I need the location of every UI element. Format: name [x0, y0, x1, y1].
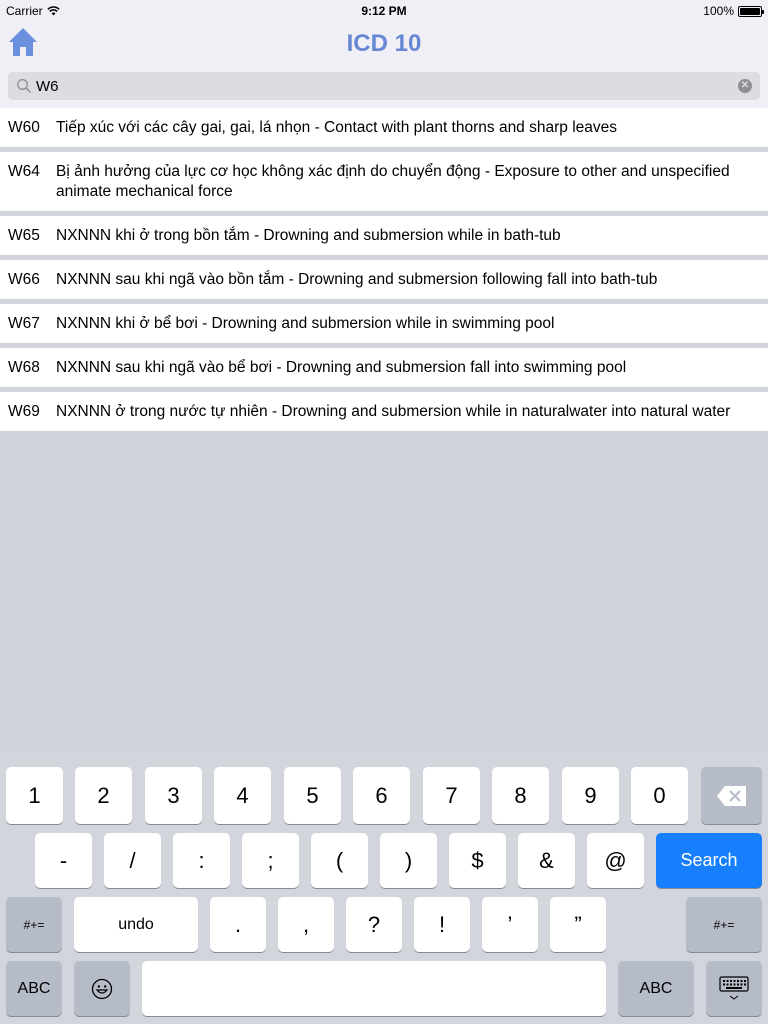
- key-2[interactable]: 2: [75, 767, 132, 824]
- item-code: W60: [8, 119, 40, 136]
- emoji-icon: [91, 978, 113, 999]
- key-close-paren[interactable]: ): [380, 833, 437, 888]
- list-item[interactable]: W60 Tiếp xúc với các cây gai, gai, lá nh…: [0, 108, 768, 152]
- list-item[interactable]: W67 NXNNN khi ở bể bơi - Drowning and su…: [0, 304, 768, 348]
- dismiss-keyboard-key[interactable]: [706, 961, 762, 1016]
- search-input[interactable]: [36, 72, 726, 100]
- symbols-key-left[interactable]: #+=: [6, 897, 62, 952]
- list-item[interactable]: W65 NXNNN khi ở trong bồn tắm - Drowning…: [0, 216, 768, 260]
- emoji-key[interactable]: [74, 961, 130, 1016]
- undo-key[interactable]: undo: [74, 897, 198, 952]
- key-7[interactable]: 7: [423, 767, 480, 824]
- key-slash[interactable]: /: [104, 833, 161, 888]
- search-key[interactable]: Search: [656, 833, 762, 888]
- item-description: NXNNN sau khi ngã vào bồn tắm - Drowning…: [56, 271, 658, 288]
- item-description: Bị ảnh hưởng của lực cơ học không xác đị…: [56, 163, 730, 200]
- item-description: NXNNN ở trong nước tự nhiên - Drowning a…: [56, 403, 731, 420]
- clear-icon: ✕: [740, 80, 750, 91]
- key-6[interactable]: 6: [353, 767, 410, 824]
- status-bar: Carrier 9:12 PM 100%: [0, 0, 768, 20]
- abc-key-right[interactable]: ABC: [618, 961, 694, 1016]
- key-question[interactable]: ?: [346, 897, 402, 952]
- key-comma[interactable]: ,: [278, 897, 334, 952]
- backspace-key[interactable]: [701, 767, 762, 824]
- key-semicolon[interactable]: ;: [242, 833, 299, 888]
- key-period[interactable]: .: [210, 897, 266, 952]
- search-icon: [17, 79, 32, 94]
- item-description: Tiếp xúc với các cây gai, gai, lá nhọn -…: [56, 119, 617, 136]
- key-exclamation[interactable]: !: [414, 897, 470, 952]
- item-code: W69: [8, 403, 40, 420]
- key-8[interactable]: 8: [492, 767, 549, 824]
- nav-bar: ICD 10: [0, 20, 768, 66]
- key-0[interactable]: 0: [631, 767, 688, 824]
- item-description: NXNNN khi ở trong bồn tắm - Drowning and…: [56, 227, 561, 244]
- backspace-icon: [716, 785, 746, 806]
- battery-icon: [738, 5, 764, 17]
- key-apostrophe[interactable]: ’: [482, 897, 538, 952]
- space-key[interactable]: [142, 961, 606, 1016]
- item-code: W64: [8, 163, 40, 180]
- item-code: W67: [8, 315, 40, 332]
- battery-info: 100%: [703, 4, 764, 18]
- keyboard: 1 2 3 4 5 6 7 8 9 0 - / : ; ( ) $ & @ Se…: [0, 756, 768, 1024]
- key-5[interactable]: 5: [284, 767, 341, 824]
- key-ampersand[interactable]: &: [518, 833, 575, 888]
- item-code: W68: [8, 359, 40, 376]
- key-at[interactable]: @: [587, 833, 644, 888]
- item-description: NXNNN khi ở bể bơi - Drowning and submer…: [56, 315, 555, 332]
- key-colon[interactable]: :: [173, 833, 230, 888]
- key-dollar[interactable]: $: [449, 833, 506, 888]
- search-field[interactable]: ✕: [8, 72, 760, 100]
- symbols-key-right[interactable]: #+=: [686, 897, 762, 952]
- list-item[interactable]: W64 Bị ảnh hưởng của lực cơ học không xá…: [0, 152, 768, 216]
- abc-key-left[interactable]: ABC: [6, 961, 62, 1016]
- page-title: ICD 10: [346, 30, 422, 57]
- battery-percent: 100%: [703, 4, 734, 18]
- key-quote[interactable]: ”: [550, 897, 606, 952]
- list-item[interactable]: W66 NXNNN sau khi ngã vào bồn tắm - Drow…: [0, 260, 768, 304]
- key-3[interactable]: 3: [145, 767, 202, 824]
- item-code: W66: [8, 271, 40, 288]
- list-item[interactable]: W69 NXNNN ở trong nước tự nhiên - Drowni…: [0, 392, 768, 436]
- item-description: NXNNN sau khi ngã vào bể bơi - Drowning …: [56, 359, 627, 376]
- item-code: W65: [8, 227, 40, 244]
- status-time: 9:12 PM: [361, 4, 407, 18]
- search-bar: ✕: [0, 66, 768, 108]
- key-9[interactable]: 9: [562, 767, 619, 824]
- key-dash[interactable]: -: [35, 833, 92, 888]
- clear-search-button[interactable]: ✕: [738, 79, 752, 93]
- keyboard-dismiss-icon: [719, 975, 749, 1000]
- key-4[interactable]: 4: [214, 767, 271, 824]
- key-open-paren[interactable]: (: [311, 833, 368, 888]
- list-item[interactable]: W68 NXNNN sau khi ngã vào bể bơi - Drown…: [0, 348, 768, 392]
- results-list: W60 Tiếp xúc với các cây gai, gai, lá nh…: [0, 108, 768, 436]
- key-1[interactable]: 1: [6, 767, 63, 824]
